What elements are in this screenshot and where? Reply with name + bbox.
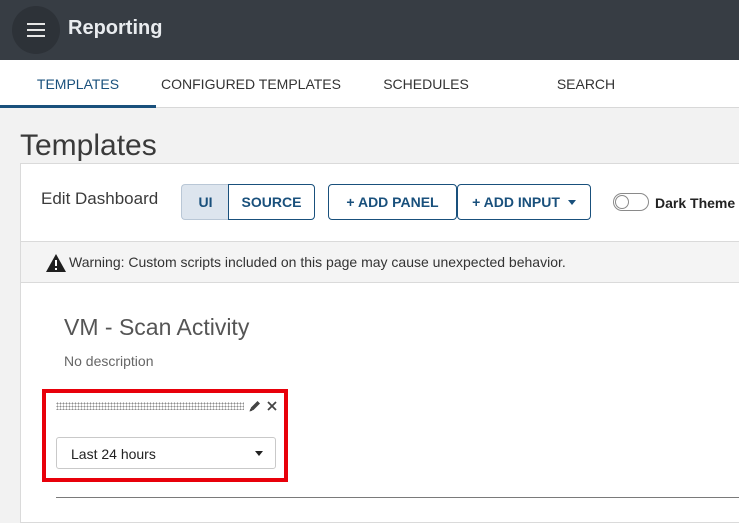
dashboard-description: No description: [64, 353, 154, 369]
hamburger-menu-icon: [27, 23, 45, 37]
app-title: Reporting: [68, 17, 163, 39]
dashboard-editor-card: Edit Dashboard UI SOURCE + ADD PANEL + A…: [20, 163, 739, 523]
page-title: Templates: [20, 129, 157, 162]
mode-source-button[interactable]: SOURCE: [228, 184, 315, 220]
add-panel-label: + ADD PANEL: [346, 194, 439, 210]
time-range-select[interactable]: Last 24 hours: [56, 437, 276, 469]
edit-dashboard-label: Edit Dashboard: [41, 189, 159, 208]
caret-down-icon: [567, 199, 576, 205]
input-panel: Last 24 hours: [42, 389, 288, 482]
tab-configured-templates[interactable]: CONFIGURED TEMPLATES: [156, 60, 346, 108]
tab-bar: TEMPLATES CONFIGURED TEMPLATES SCHEDULES…: [0, 60, 739, 108]
active-tab-indicator: [0, 105, 156, 108]
chevron-down-icon: [255, 451, 263, 456]
top-app-bar: Reporting: [0, 0, 739, 60]
divider: [56, 497, 739, 498]
close-icon[interactable]: [264, 398, 280, 414]
edit-pencil-icon[interactable]: [247, 398, 263, 414]
warning-text: Warning: Custom scripts included on this…: [69, 254, 566, 270]
dark-theme-toggle[interactable]: [613, 193, 649, 211]
dark-theme-label: Dark Theme: [655, 195, 736, 211]
tab-schedules[interactable]: SCHEDULES: [346, 60, 506, 108]
add-input-label: + ADD INPUT: [472, 194, 560, 210]
dashboard-title: VM - Scan Activity: [64, 314, 250, 340]
add-input-button[interactable]: + ADD INPUT: [457, 184, 591, 220]
hamburger-menu-button[interactable]: [12, 6, 60, 54]
tab-templates[interactable]: TEMPLATES: [0, 60, 156, 108]
toggle-knob: [615, 195, 629, 209]
mode-ui-button[interactable]: UI: [181, 184, 229, 220]
warning-banner: Warning: Custom scripts included on this…: [21, 241, 739, 283]
drag-handle-icon[interactable]: [56, 402, 244, 410]
warning-triangle-icon: [46, 254, 66, 272]
time-range-value: Last 24 hours: [71, 446, 156, 462]
add-panel-button[interactable]: + ADD PANEL: [328, 184, 457, 220]
tab-search[interactable]: SEARCH: [506, 60, 666, 108]
